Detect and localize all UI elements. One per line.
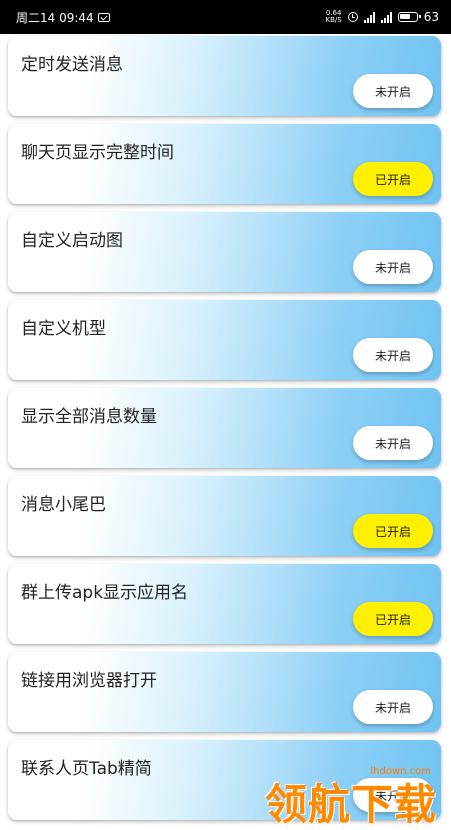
setting-card-open-in-browser: 链接用浏览器打开 未开启	[8, 652, 441, 732]
setting-title: 群上传apk显示应用名	[21, 583, 189, 603]
watermark-text: 领航下载	[264, 780, 437, 829]
toggle-button[interactable]: 未开启	[353, 250, 433, 284]
status-bar-right: 0.64 KB/S 63	[326, 10, 439, 25]
setting-title: 显示全部消息数量	[21, 407, 157, 427]
battery-level: 63	[423, 10, 439, 24]
setting-card-full-time: 聊天页显示完整时间 已开启	[8, 124, 441, 204]
status-time: 周二14 09:44	[16, 10, 94, 25]
network-speed: 0.64 KB/S	[326, 10, 342, 24]
toggle-button[interactable]: 未开启	[353, 74, 433, 108]
message-notification-icon	[97, 12, 110, 22]
setting-title: 定时发送消息	[21, 55, 123, 75]
setting-card-apk-name: 群上传apk显示应用名 已开启	[8, 564, 441, 644]
network-speed-unit: KB/S	[325, 16, 342, 24]
setting-title: 自定义启动图	[21, 231, 123, 251]
signal-icon	[363, 11, 375, 23]
setting-card-custom-model: 自定义机型 未开启	[8, 300, 441, 380]
watermark-url: lhdown.com	[370, 766, 431, 777]
setting-title: 联系人页Tab精简	[21, 759, 152, 779]
watermark-logo: lhdown.com 领航下载	[247, 766, 437, 828]
setting-card-scheduled-message: 定时发送消息 未开启	[8, 36, 441, 116]
toggle-button[interactable]: 已开启	[353, 162, 433, 196]
setting-card-custom-splash: 自定义启动图 未开启	[8, 212, 441, 292]
toggle-button[interactable]: 未开启	[353, 338, 433, 372]
setting-card-message-tail: 消息小尾巴 已开启	[8, 476, 441, 556]
toggle-button[interactable]: 已开启	[353, 514, 433, 548]
toggle-button[interactable]: 未开启	[353, 426, 433, 460]
setting-title: 聊天页显示完整时间	[21, 143, 174, 163]
battery-icon	[397, 12, 421, 22]
toggle-button[interactable]: 已开启	[353, 602, 433, 636]
alarm-icon	[347, 12, 358, 22]
setting-title: 自定义机型	[21, 319, 106, 339]
signal-icon-2	[380, 11, 392, 23]
status-bar-left: 周二14 09:44	[16, 9, 110, 26]
setting-card-message-count: 显示全部消息数量 未开启	[8, 388, 441, 468]
setting-title: 消息小尾巴	[21, 495, 106, 515]
setting-title: 链接用浏览器打开	[21, 671, 157, 691]
status-bar: 周二14 09:44 0.64 KB/S 63	[0, 0, 451, 34]
toggle-button[interactable]: 未开启	[353, 690, 433, 724]
